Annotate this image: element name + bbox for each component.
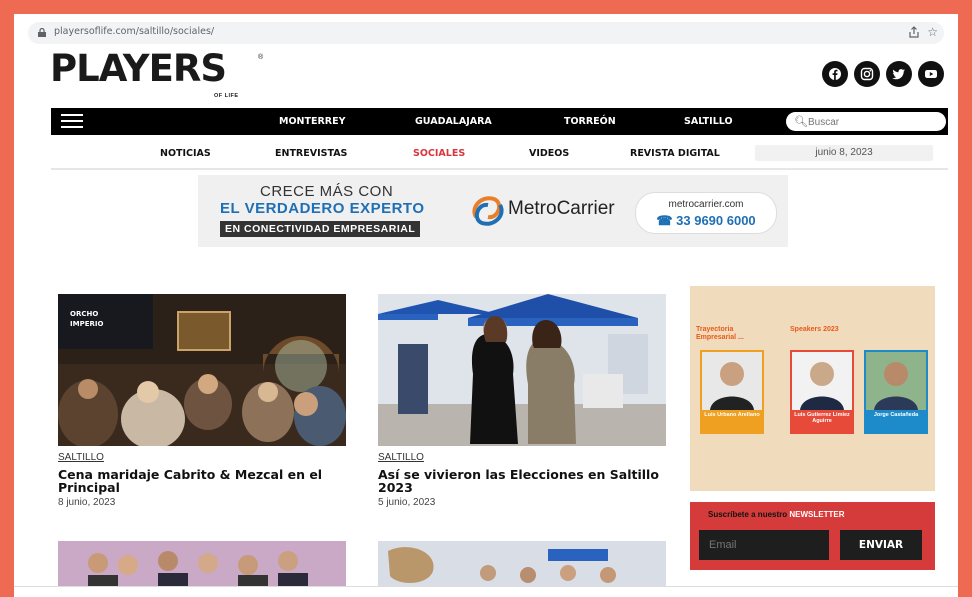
- ad-label-speakers: Speakers 2023: [790, 326, 839, 333]
- article-title[interactable]: Así se vivieron las Elecciones en Saltil…: [378, 468, 668, 494]
- article-thumbnail[interactable]: [378, 294, 666, 446]
- youtube-icon[interactable]: [918, 61, 944, 87]
- nav-item-guadalajara[interactable]: GUADALAJARA: [415, 116, 492, 127]
- banner-ad[interactable]: CRECE MÁS CON EL VERDADERO EXPERTO EN CO…: [198, 175, 788, 247]
- banner-brand: MetroCarrier: [508, 198, 615, 219]
- instagram-icon[interactable]: [854, 61, 880, 87]
- speaker-name: Luis Urbano Arellano: [704, 412, 760, 418]
- tab-videos[interactable]: VIDEOS: [529, 148, 569, 159]
- sidebar-ad[interactable]: Trayectoria Empresarial ... Speakers 202…: [690, 286, 935, 491]
- logo-registered-mark: ®: [258, 54, 264, 61]
- social-links: [822, 61, 944, 87]
- banner-url: metrocarrier.com: [668, 199, 744, 210]
- nav-item-torreon[interactable]: TORREÓN: [564, 116, 616, 127]
- tab-sociales[interactable]: SOCIALES: [413, 148, 465, 159]
- speaker-card: Luis Urbano Arellano: [700, 350, 764, 434]
- speaker-name: Luis Gutierrez Limiez Aguirre: [794, 412, 850, 424]
- search-box[interactable]: 🔍︎: [786, 112, 946, 131]
- nav-item-saltillo[interactable]: SALTILLO: [684, 116, 733, 127]
- banner-subtagline: EN CONECTIVIDAD EMPRESARIAL: [220, 221, 421, 237]
- banner-tagline: EL VERDADERO EXPERTO: [220, 200, 425, 217]
- bookmark-star-icon[interactable]: ☆: [927, 25, 938, 39]
- tab-noticias[interactable]: NOTICIAS: [160, 148, 211, 159]
- share-icon[interactable]: [908, 26, 920, 38]
- svg-text:IMPERIO: IMPERIO: [70, 320, 103, 328]
- metrocarrier-logo-icon: [472, 196, 504, 226]
- newsletter-signup: Suscríbete a nuestro NEWSLETTER ENVIAR: [690, 502, 935, 570]
- hamburger-menu-icon[interactable]: [61, 114, 83, 129]
- banner-headline: CRECE MÁS CON: [260, 183, 394, 200]
- browser-frame: playersoflife.com/saltillo/sociales/ ☆ P…: [14, 14, 958, 597]
- phone-icon: ☎︎: [656, 213, 673, 228]
- address-bar[interactable]: playersoflife.com/saltillo/sociales/ ☆: [28, 22, 944, 44]
- article-category[interactable]: SALTILLO: [58, 452, 104, 463]
- article-date: 8 junio, 2023: [58, 497, 116, 508]
- speaker-name: Jorge Castañeda: [873, 412, 919, 418]
- current-date: junio 8, 2023: [755, 145, 933, 161]
- search-input[interactable]: [806, 114, 940, 130]
- article-date: 5 junio, 2023: [378, 497, 436, 508]
- article-thumbnail[interactable]: [58, 541, 346, 586]
- tab-entrevistas[interactable]: ENTREVISTAS: [275, 148, 347, 159]
- divider: [14, 586, 958, 587]
- facebook-icon[interactable]: [822, 61, 848, 87]
- banner-contact[interactable]: metrocarrier.com ☎︎ 33 9690 6000: [635, 192, 777, 234]
- url-text: playersoflife.com/saltillo/sociales/: [54, 26, 215, 37]
- main-navigation: MONTERREY GUADALAJARA TORREÓN SALTILLO 🔍…: [51, 108, 948, 135]
- subscribe-button[interactable]: ENVIAR: [840, 530, 922, 560]
- newsletter-title-highlight: NEWSLETTER: [789, 510, 845, 519]
- ad-label-trayectoria: Trayectoria Empresarial ...: [696, 326, 744, 341]
- site-logo[interactable]: PLAYERS: [50, 50, 227, 87]
- banner-phone-number: 33 9690 6000: [676, 213, 756, 228]
- nav-item-monterrey[interactable]: MONTERREY: [279, 116, 345, 127]
- article-category[interactable]: SALTILLO: [378, 452, 424, 463]
- svg-text:ORCHO: ORCHO: [70, 310, 98, 318]
- email-field[interactable]: [699, 530, 829, 560]
- speaker-card: Luis Gutierrez Limiez Aguirre: [790, 350, 854, 434]
- banner-phone: ☎︎ 33 9690 6000: [636, 213, 776, 229]
- section-navigation: NOTICIAS ENTREVISTAS SOCIALES VIDEOS REV…: [51, 138, 948, 170]
- tab-revista-digital[interactable]: REVISTA DIGITAL: [630, 148, 720, 159]
- twitter-icon[interactable]: [886, 61, 912, 87]
- article-title[interactable]: Cena maridaje Cabrito & Mezcal en el Pri…: [58, 468, 348, 494]
- speaker-card: Jorge Castañeda: [864, 350, 928, 434]
- logo-subtitle: OF LIFE: [214, 93, 239, 99]
- lock-icon: [38, 28, 46, 37]
- article-thumbnail[interactable]: [378, 541, 666, 586]
- newsletter-title: Suscríbete a nuestro NEWSLETTER: [708, 510, 844, 519]
- article-thumbnail[interactable]: ORCHO IMPERIO: [58, 294, 346, 446]
- newsletter-title-prefix: Suscríbete a nuestro: [708, 510, 788, 519]
